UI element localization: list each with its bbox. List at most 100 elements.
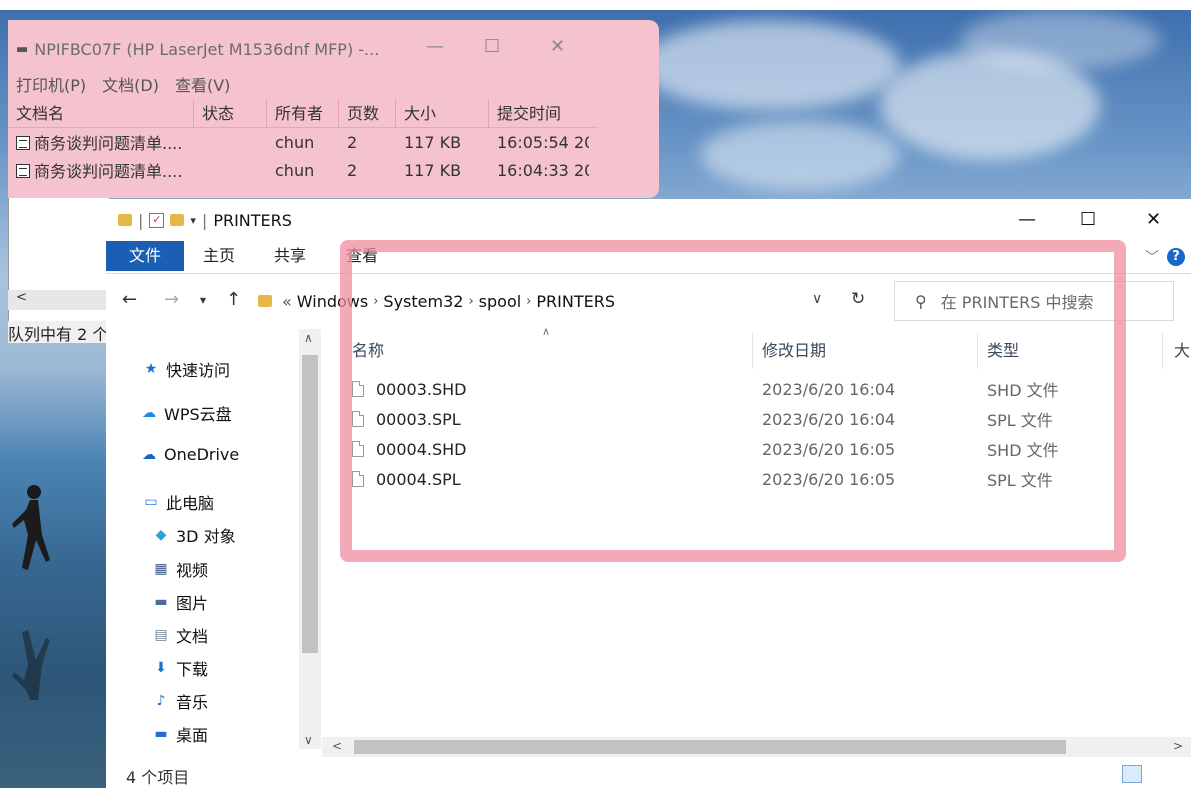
job-time: 16:04:33 20 (497, 160, 589, 180)
col-pages[interactable]: 页数 (339, 100, 396, 127)
nav-this-pc[interactable]: ▭ 此电脑 (142, 490, 214, 514)
explorer-titlebar[interactable]: | ✓ ▾ | PRINTERS — ☐ ✕ (106, 199, 1191, 241)
address-bar[interactable]: « Windows › System32 › spool › PRINTERS (250, 281, 834, 321)
breadcrumb-system32[interactable]: System32 (383, 292, 463, 311)
large-icons-view-icon[interactable] (1154, 765, 1174, 783)
window-title: PRINTERS (213, 210, 292, 230)
navigation-pane: ★ 快速访问 ☁ WPS云盘 ☁ OneDrive ▭ 此电脑 ◆ 3D 对象 ▦ 视频 ▬… (106, 325, 322, 755)
file-icon (352, 411, 364, 427)
file-list-hscrollbar[interactable]: < > (322, 737, 1191, 757)
file-icon (352, 381, 364, 397)
cloud-icon: ☁ (142, 405, 156, 421)
folder-icon (118, 214, 132, 226)
nav-music[interactable]: ♪ 音乐 (152, 689, 208, 713)
scrollbar-thumb[interactable] (354, 740, 1066, 754)
tab-file[interactable]: 文件 (106, 241, 184, 271)
maximize-button[interactable]: ☐ (1080, 209, 1096, 230)
nav-pane-scrollbar[interactable]: ∧ ∨ (299, 329, 321, 749)
col-date-modified[interactable]: 修改日期 (762, 337, 826, 361)
nav-quick-access[interactable]: ★ 快速访问 (142, 357, 230, 381)
pictures-icon: ▬ (154, 594, 168, 610)
print-queue-window[interactable]: ▬ NPIFBC07F (HP LaserJet M1536dnf MFP) -… (8, 20, 659, 198)
file-row[interactable]: 00004.SHD 2023/6/20 16:05 SHD 文件 (352, 435, 1182, 463)
tab-view[interactable]: 查看 (346, 241, 378, 271)
file-name: 00003.SHD (376, 379, 467, 399)
up-button[interactable]: ↑ (226, 289, 241, 310)
tab-home[interactable]: 主页 (203, 241, 235, 271)
col-status[interactable]: 状态 (194, 100, 267, 127)
minimize-button[interactable]: — (1018, 209, 1036, 230)
col-size[interactable]: 大小 (396, 100, 489, 127)
video-icon: ▦ (154, 561, 168, 577)
col-document-name[interactable]: 文档名 (8, 100, 194, 127)
nav-videos[interactable]: ▦ 视频 (152, 557, 208, 581)
tab-share[interactable]: 共享 (274, 241, 306, 271)
nav-desktop[interactable]: ▬ 桌面 (152, 722, 208, 746)
breadcrumb-overflow[interactable]: « (282, 292, 292, 311)
col-owner[interactable]: 所有者 (267, 100, 339, 127)
scrollbar-thumb[interactable] (302, 355, 318, 653)
nav-onedrive[interactable]: ☁ OneDrive (140, 445, 239, 464)
forward-button[interactable]: → (164, 289, 179, 310)
chevron-right-icon[interactable]: › (373, 294, 378, 309)
menu-view[interactable]: 查看(V) (175, 72, 230, 96)
new-folder-icon[interactable] (170, 214, 185, 226)
col-name[interactable]: 名称 (352, 337, 384, 361)
help-icon[interactable]: ? (1167, 248, 1185, 266)
print-job-header: 文档名 状态 所有者 页数 大小 提交时间 (8, 100, 598, 128)
breadcrumb-windows[interactable]: Windows (297, 292, 368, 311)
scroll-left-icon[interactable]: < (16, 290, 27, 305)
breadcrumb-spool[interactable]: spool (479, 292, 522, 311)
file-date: 2023/6/20 16:04 (762, 409, 896, 429)
close-button[interactable]: ✕ (550, 36, 565, 57)
recent-locations-icon[interactable]: ▾ (200, 293, 206, 307)
col-size[interactable]: 大 (1174, 337, 1190, 361)
properties-icon[interactable]: ✓ (149, 212, 165, 228)
job-owner: chun (275, 132, 315, 152)
nav-pictures[interactable]: ▬ 图片 (152, 590, 208, 614)
file-icon (352, 471, 364, 487)
refresh-icon[interactable]: ↻ (851, 289, 865, 309)
minimize-button[interactable]: — (426, 36, 444, 57)
file-row[interactable]: 00003.SPL 2023/6/20 16:04 SPL 文件 (352, 405, 1182, 433)
nav-downloads[interactable]: ⬇ 下载 (152, 656, 208, 680)
col-type[interactable]: 类型 (987, 337, 1019, 361)
menu-document[interactable]: 文档(D) (102, 72, 159, 96)
address-dropdown-icon[interactable]: ∨ (812, 291, 822, 307)
search-placeholder: 在 PRINTERS 中搜索 (940, 293, 1094, 312)
scroll-up-icon[interactable]: ∧ (304, 331, 313, 345)
back-button[interactable]: ← (122, 289, 137, 310)
file-date: 2023/6/20 16:05 (762, 469, 896, 489)
scroll-down-icon[interactable]: ∨ (304, 733, 313, 747)
print-queue-hscrollbar[interactable]: < (8, 290, 108, 310)
file-date: 2023/6/20 16:04 (762, 379, 896, 399)
file-type: SPL 文件 (987, 411, 1053, 430)
close-button[interactable]: ✕ (1146, 209, 1161, 230)
document-icon (16, 164, 30, 178)
maximize-button[interactable]: ☐ (484, 36, 500, 57)
file-row[interactable]: 00003.SHD 2023/6/20 16:04 SHD 文件 (352, 375, 1182, 403)
nav-wps-cloud[interactable]: ☁ WPS云盘 (140, 401, 232, 425)
expand-ribbon-icon[interactable]: ﹀ (1145, 247, 1159, 267)
status-bar: 4 个项目 (106, 759, 1191, 788)
details-view-icon[interactable] (1122, 765, 1142, 783)
chevron-right-icon[interactable]: › (526, 294, 531, 309)
job-time: 16:05:54 20 (497, 132, 589, 152)
search-box[interactable]: ⚲ 在 PRINTERS 中搜索 (894, 281, 1174, 321)
breadcrumb-printers[interactable]: PRINTERS (536, 292, 615, 311)
nav-3d-objects[interactable]: ◆ 3D 对象 (152, 523, 236, 547)
address-row: ← → ▾ ↑ « Windows › System32 › spool › P… (106, 279, 1191, 323)
file-list: ∧ 名称 修改日期 类型 大 00003.SHD 2023/6/20 16:04… (322, 325, 1191, 745)
file-row[interactable]: 00004.SPL 2023/6/20 16:05 SPL 文件 (352, 465, 1182, 493)
nav-documents[interactable]: ▤ 文档 (152, 623, 208, 647)
menu-printer[interactable]: 打印机(P) (16, 72, 86, 96)
chevron-right-icon[interactable]: › (468, 294, 473, 309)
col-submitted[interactable]: 提交时间 (489, 100, 589, 127)
runner-silhouette (12, 485, 50, 570)
print-job-row[interactable]: 商务谈判问题清单.... chun 2 117 KB 16:05:54 20 (8, 128, 598, 156)
explorer-window[interactable]: | ✓ ▾ | PRINTERS — ☐ ✕ 文件 主页 共享 查看 ﹀ ? ←… (106, 199, 1191, 788)
print-job-row[interactable]: 商务谈判问题清单.... chun 2 117 KB 16:04:33 20 (8, 156, 598, 184)
customize-toolbar-icon[interactable]: ▾ (190, 214, 196, 227)
scroll-left-icon[interactable]: < (332, 739, 342, 753)
scroll-right-icon[interactable]: > (1173, 739, 1183, 753)
